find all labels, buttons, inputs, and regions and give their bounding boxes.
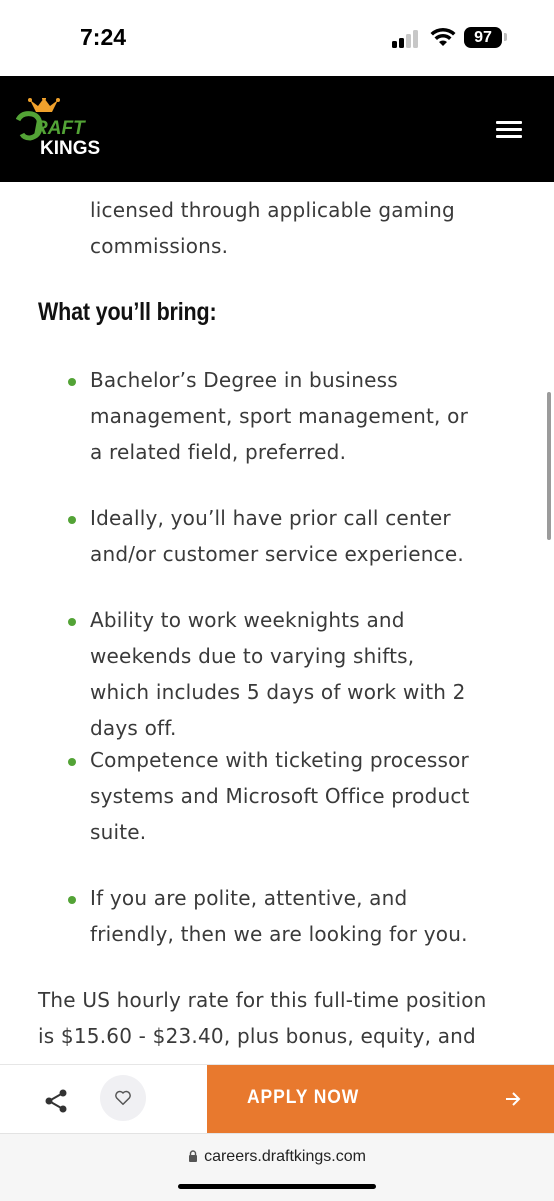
scrollbar[interactable] [547, 392, 551, 540]
job-description-content: licensed through applicable gaming commi… [0, 182, 554, 1064]
list-item-text: Ideally, you’ll have prior call center a… [90, 506, 464, 566]
save-job-button[interactable] [100, 1075, 146, 1121]
status-time: 7:24 [80, 24, 127, 50]
lock-icon [189, 1150, 198, 1162]
svg-text:KINGS: KINGS [40, 138, 100, 159]
share-icon[interactable] [42, 1087, 70, 1115]
list-item-text: If you are polite, attentive, and friend… [90, 886, 468, 946]
bullet-dot [68, 516, 76, 524]
list-item: Competence with ticketing processor syst… [68, 742, 480, 850]
url-text: careers.draftkings.com [204, 1148, 366, 1165]
salary-paragraph: The US hourly rate for this full-time po… [38, 988, 487, 1048]
section-heading: What you’ll bring: [38, 298, 217, 326]
home-indicator[interactable] [178, 1184, 376, 1189]
list-item-text: Bachelor’s Degree in business management… [90, 368, 469, 464]
apply-now-button[interactable]: APPLY NOW [207, 1065, 554, 1133]
browser-url-bar[interactable]: careers.draftkings.com [0, 1133, 554, 1201]
status-bar: 7:24 97 [0, 0, 554, 76]
list-item: Ability to work weeknights and weekends … [68, 602, 480, 746]
list-item: If you are polite, attentive, and friend… [68, 880, 480, 952]
menu-icon [496, 121, 522, 124]
battery-indicator: 97 [464, 27, 502, 48]
battery-tip [504, 33, 507, 41]
bullet-dot [68, 618, 76, 626]
menu-button[interactable] [492, 117, 528, 143]
bullet-dot [68, 378, 76, 386]
list-item-text: Competence with ticketing processor syst… [90, 748, 470, 844]
wifi-icon [430, 27, 456, 46]
heart-icon [115, 1090, 131, 1106]
apply-now-label: APPLY NOW [247, 1087, 360, 1108]
continued-paragraph: licensed through applicable gaming commi… [90, 198, 455, 258]
list-item: Ideally, you’ll have prior call center a… [68, 500, 480, 572]
draftkings-logo[interactable]: RAFT KINGS [16, 98, 128, 160]
action-bar: APPLY NOW [0, 1064, 554, 1133]
signal-icon [392, 30, 422, 48]
bullet-dot [68, 758, 76, 766]
svg-text:RAFT: RAFT [34, 118, 86, 139]
arrow-right-icon [506, 1092, 521, 1106]
list-item-text: Ability to work weeknights and weekends … [90, 608, 466, 740]
url-display[interactable]: careers.draftkings.com [0, 1148, 554, 1166]
list-item: Bachelor’s Degree in business management… [68, 362, 480, 470]
bullet-dot [68, 896, 76, 904]
